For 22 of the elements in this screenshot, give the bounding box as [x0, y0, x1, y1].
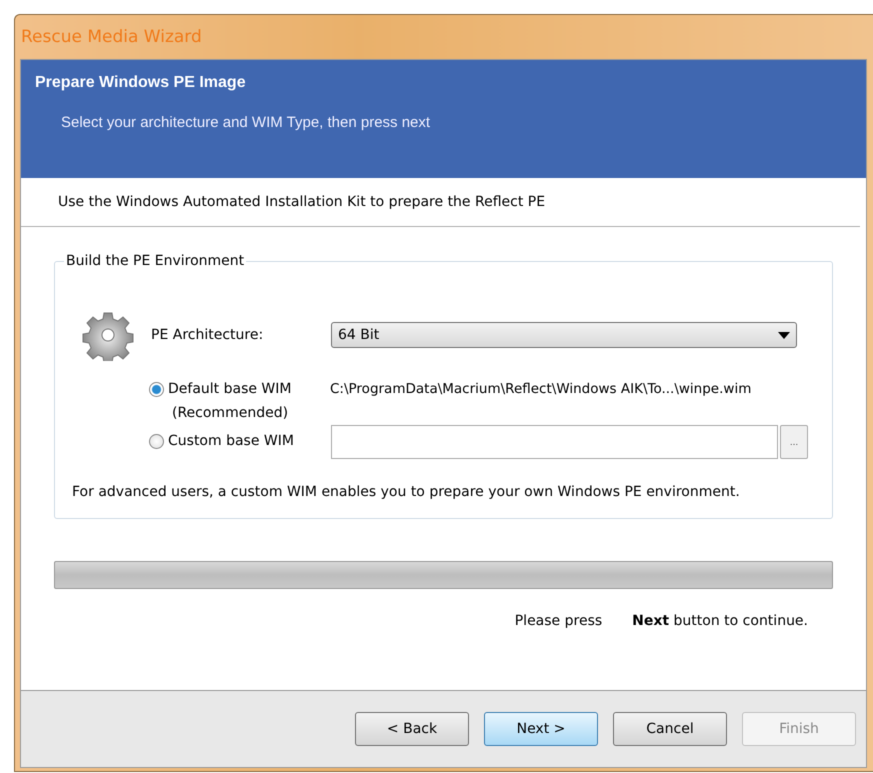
- window-title: Rescue Media Wizard: [20, 27, 202, 47]
- browse-button[interactable]: ...: [780, 425, 808, 459]
- wizard-button[interactable]: < Back: [355, 712, 469, 746]
- radio-option[interactable]: Default base WIM: [149, 381, 331, 397]
- page-subtitle: Select your architecture and WIM Type, then press next: [61, 114, 432, 131]
- group-title: Build the PE Environment: [65, 253, 246, 269]
- wizard-button[interactable]: Cancel: [613, 712, 727, 746]
- option-note: (Recommended): [172, 405, 290, 421]
- page-title: Prepare Windows PE Image: [35, 74, 247, 92]
- status-text: Please press: [514, 613, 602, 629]
- status-message: Next button to continue.: [632, 613, 808, 629]
- wizard-button[interactable]: Next >: [484, 712, 598, 746]
- radio-option[interactable]: Custom base WIM: [149, 433, 331, 449]
- field-label: PE Architecture:: [151, 327, 264, 343]
- hint-text: For advanced users, a custom WIM enables you to prepare your own Windows PE environment.: [72, 484, 740, 500]
- dropdown-arrow-icon: [778, 332, 790, 338]
- radio-button[interactable]: [149, 434, 164, 448]
- path-text: C:\ProgramData\Macrium\Reflect\Windows AIK\To...\winpe.wim: [330, 381, 752, 397]
- intro-text: Use the Windows Automated Installation Kit to prepare the Reflect PE: [58, 194, 546, 210]
- wim-path-field[interactable]: [331, 425, 778, 459]
- architecture-dropdown[interactable]: 64 Bit: [331, 322, 797, 348]
- radio-button[interactable]: [149, 382, 164, 396]
